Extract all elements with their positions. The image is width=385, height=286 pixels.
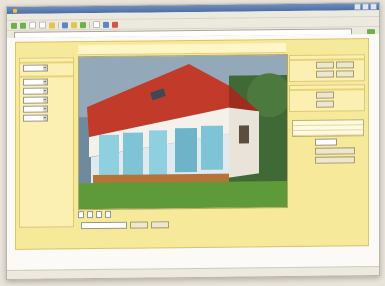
bottom-button-1[interactable] (130, 221, 148, 229)
bottom-field[interactable] (81, 221, 127, 230)
refresh-icon[interactable] (39, 21, 46, 29)
toolbar-divider (58, 21, 59, 28)
row-button[interactable] (316, 91, 334, 99)
left-field-6: ▾ (20, 113, 73, 123)
right-button-row (289, 155, 365, 165)
field-select[interactable]: ▾ (23, 105, 48, 113)
mail-icon[interactable] (93, 20, 100, 29)
row-button-b[interactable] (336, 61, 354, 69)
bottom-button-2[interactable] (151, 221, 169, 229)
chevron-down-icon: ▾ (43, 79, 47, 85)
maximize-icon[interactable] (362, 3, 369, 11)
conservatory-pane-1 (99, 134, 119, 175)
summary-table (292, 119, 364, 137)
action-button-2[interactable] (315, 156, 355, 164)
chevron-down-icon: ▾ (43, 115, 47, 121)
back-icon[interactable] (11, 22, 17, 29)
field-select[interactable]: ▾ (23, 96, 48, 104)
field-select[interactable]: ▾ (23, 78, 48, 86)
history-icon[interactable] (80, 21, 86, 28)
browser-window: ▾ ▾ ▾ ▾ ▾ ▾ (6, 2, 380, 280)
search-icon[interactable] (62, 21, 68, 28)
row-button-b[interactable] (336, 70, 354, 78)
chevron-down-icon: ▾ (43, 88, 47, 94)
minimize-icon[interactable] (354, 3, 361, 11)
page-content: ▾ ▾ ▾ ▾ ▾ ▾ (7, 34, 379, 271)
go-button[interactable] (367, 28, 375, 34)
right-section-2 (289, 84, 365, 112)
home-icon[interactable] (49, 21, 55, 29)
action-button-1[interactable] (315, 147, 355, 155)
table-row (293, 130, 363, 136)
conservatory-pane-3 (149, 130, 167, 177)
caption-chip-4[interactable] (105, 210, 111, 218)
browser-logo-icon (13, 8, 17, 13)
toolbar-divider-2 (89, 21, 90, 28)
chevron-down-icon: ▾ (43, 97, 47, 103)
chevron-down-icon: ▾ (43, 65, 47, 71)
left-field-1: ▾ (20, 63, 73, 73)
stop-icon[interactable] (29, 21, 36, 29)
chevron-down-icon: ▾ (43, 106, 47, 112)
price-heading (289, 114, 365, 119)
caption-row (78, 208, 286, 218)
bottom-controls (78, 219, 286, 230)
row-button[interactable] (316, 100, 334, 108)
lawn (79, 181, 287, 210)
configurator-app: ▾ ▾ ▾ ▾ ▾ ▾ (15, 38, 369, 250)
row-select[interactable] (315, 138, 337, 146)
house-preview-image (78, 54, 288, 211)
right-row (290, 69, 364, 79)
favorites-icon[interactable] (71, 21, 77, 28)
close-icon[interactable] (370, 3, 377, 11)
field-select[interactable]: ▾ (23, 114, 48, 122)
conservatory-pane-4 (175, 127, 197, 173)
left-panel: ▾ ▾ ▾ ▾ ▾ ▾ (19, 57, 74, 228)
right-panel (289, 54, 365, 227)
conservatory-pane-2 (123, 132, 143, 177)
edit-icon[interactable] (112, 21, 118, 28)
footer-note (126, 234, 276, 241)
field-select[interactable]: ▾ (23, 64, 48, 72)
window-controls (354, 3, 379, 11)
conservatory-pane-5 (201, 125, 223, 170)
caption-chip-3[interactable] (96, 210, 102, 218)
right-row (290, 99, 364, 109)
print-icon[interactable] (103, 21, 109, 28)
side-window (239, 125, 249, 144)
caption-chip-1[interactable] (78, 210, 84, 218)
field-select[interactable]: ▾ (23, 87, 48, 95)
house-illustration (79, 55, 287, 210)
caption-chip-2[interactable] (87, 210, 93, 218)
right-section-1 (289, 54, 365, 82)
row-button-a[interactable] (316, 61, 334, 69)
forward-icon[interactable] (20, 22, 26, 29)
row-button-a[interactable] (316, 70, 334, 78)
